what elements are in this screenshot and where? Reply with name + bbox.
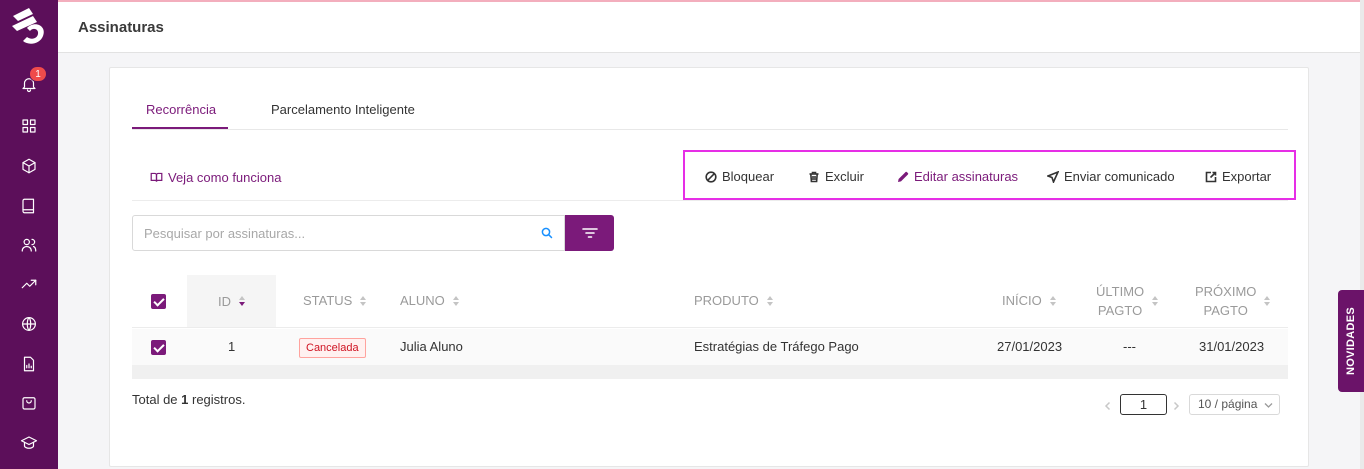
delete-label: Excluir xyxy=(825,169,865,184)
column-label-last-paid: ÚLTIMO PAGTO xyxy=(1096,284,1145,318)
globe-icon[interactable] xyxy=(17,312,41,336)
open-book-icon xyxy=(150,172,163,182)
pencil-icon xyxy=(898,171,909,182)
page-size-select[interactable]: 10 / página xyxy=(1189,394,1280,415)
row-checkbox[interactable] xyxy=(151,340,166,355)
toolbar-divider xyxy=(132,200,1288,201)
cell-next-paid: 31/01/2023 xyxy=(1199,339,1265,354)
page-header: Assinaturas xyxy=(58,2,1362,53)
column-label-id: ID xyxy=(218,293,231,309)
how-it-works-label: Veja como funciona xyxy=(168,170,282,185)
sidebar: 1 xyxy=(0,0,58,469)
chevron-right-icon[interactable] xyxy=(1171,398,1181,411)
how-it-works-link[interactable]: Veja como funciona xyxy=(150,170,281,185)
cell-last-paid: --- xyxy=(1123,339,1136,354)
page-size-value: 10 / página xyxy=(1198,397,1258,411)
column-header-student[interactable]: ALUNO xyxy=(400,293,459,308)
cell-student: Julia Aluno xyxy=(400,339,463,354)
total-records: Total de 1 registros. xyxy=(132,392,245,407)
status-badge: Cancelada xyxy=(299,338,366,358)
sort-icon xyxy=(239,296,245,306)
filter-icon xyxy=(581,228,598,238)
column-header-start[interactable]: INÍCIO xyxy=(1002,293,1056,308)
column-header-id[interactable]: ID xyxy=(187,275,276,327)
column-label-student: ALUNO xyxy=(400,293,445,308)
shopping-bag-icon[interactable] xyxy=(17,391,41,415)
filter-button[interactable] xyxy=(565,215,614,251)
subscriptions-card: Recorrência Parcelamento Inteligente Vej… xyxy=(109,67,1309,467)
sort-icon xyxy=(766,295,773,306)
scrollbar[interactable] xyxy=(1360,0,1364,469)
block-button[interactable]: Bloquear xyxy=(705,169,774,184)
column-header-next-paid[interactable]: PRÓXIMO PAGTO xyxy=(1195,282,1271,320)
page-title: Assinaturas xyxy=(78,19,164,36)
tab-recorrencia[interactable]: Recorrência xyxy=(146,102,216,117)
table-header: ID STATUS ALUNO PRODUTO INÍCIO ÚLTIMO PAG… xyxy=(132,275,1288,328)
box-icon[interactable] xyxy=(17,154,41,178)
column-header-last-paid[interactable]: ÚLTIMO PAGTO xyxy=(1096,282,1159,320)
sort-icon xyxy=(1264,296,1271,306)
sort-icon xyxy=(1049,295,1056,306)
column-header-product[interactable]: PRODUTO xyxy=(694,293,773,308)
column-label-start: INÍCIO xyxy=(1002,293,1042,308)
column-label-product: PRODUTO xyxy=(694,293,759,308)
cell-start: 27/01/2023 xyxy=(997,339,1063,354)
cell-product: Estratégias de Tráfego Pago xyxy=(694,339,859,354)
total-prefix: Total de xyxy=(132,392,182,407)
export-label: Exportar xyxy=(1222,169,1272,184)
bulk-actions-toolbar: Bloquear Excluir Editar assinaturas Envi… xyxy=(683,150,1296,200)
search-input[interactable] xyxy=(133,216,533,250)
sort-icon xyxy=(1152,296,1159,306)
trash-icon xyxy=(809,171,819,182)
select-all-checkbox[interactable] xyxy=(151,294,166,309)
search-box xyxy=(132,215,565,251)
column-label-next-paid: PRÓXIMO PAGTO xyxy=(1195,284,1257,318)
column-label-status: STATUS xyxy=(303,293,353,308)
dashboard-icon[interactable] xyxy=(17,114,41,138)
notification-badge: 1 xyxy=(29,66,47,82)
column-header-status[interactable]: STATUS xyxy=(303,293,367,308)
graduation-cap-icon[interactable] xyxy=(17,431,41,455)
table-row[interactable]: 1 Cancelada Julia Aluno Estratégias de T… xyxy=(132,329,1288,365)
users-icon[interactable] xyxy=(17,233,41,257)
send-icon xyxy=(1047,170,1059,183)
edit-subscriptions-button[interactable]: Editar assinaturas xyxy=(897,169,1018,184)
news-side-tab-label: NOVIDADES xyxy=(1345,306,1357,376)
sort-icon xyxy=(360,295,367,306)
export-button[interactable]: Exportar xyxy=(1205,169,1271,184)
export-icon xyxy=(1205,171,1217,182)
table-scroll-area xyxy=(132,365,1288,379)
brand-logo[interactable] xyxy=(9,6,49,48)
total-suffix: registros. xyxy=(188,392,246,407)
search-icon[interactable] xyxy=(541,227,553,239)
chevron-down-icon xyxy=(1264,403,1273,408)
delete-button[interactable]: Excluir xyxy=(808,169,864,184)
news-side-tab[interactable]: NOVIDADES xyxy=(1338,290,1364,392)
chevron-left-icon[interactable] xyxy=(1103,398,1113,411)
active-tab-indicator xyxy=(132,127,228,129)
send-announcement-button[interactable]: Enviar comunicado xyxy=(1047,169,1175,184)
trending-up-icon[interactable] xyxy=(17,272,41,296)
block-label: Bloquear xyxy=(722,169,775,184)
pagination-current-page[interactable]: 1 xyxy=(1120,394,1167,415)
report-icon[interactable] xyxy=(17,352,41,376)
tab-parcelamento-inteligente[interactable]: Parcelamento Inteligente xyxy=(271,102,415,117)
book-icon[interactable] xyxy=(17,194,41,218)
tabs: Recorrência Parcelamento Inteligente xyxy=(132,98,1288,130)
sort-icon xyxy=(452,295,459,306)
block-icon xyxy=(705,170,717,183)
cell-id: 1 xyxy=(228,339,236,354)
send-announcement-label: Enviar comunicado xyxy=(1064,169,1175,184)
edit-subscriptions-label: Editar assinaturas xyxy=(914,169,1019,184)
